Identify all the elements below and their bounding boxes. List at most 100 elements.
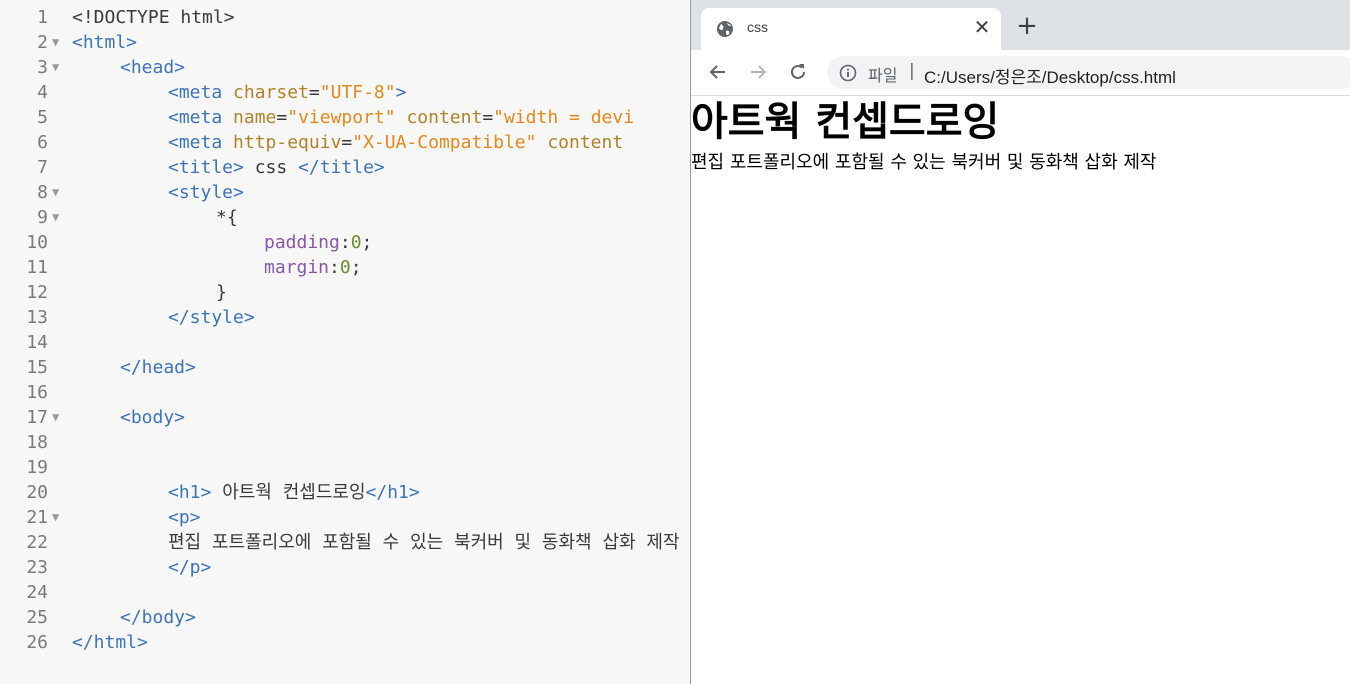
- code-line[interactable]: 3 ▼ <head>: [0, 55, 690, 80]
- code-token: ;: [350, 257, 362, 278]
- code-line[interactable]: 11 margin:0;: [0, 255, 690, 280]
- code-token: 0: [350, 232, 362, 253]
- code-line[interactable]: 7 <title> css </title>: [0, 155, 690, 180]
- code-token: margin: [264, 257, 330, 278]
- code-line[interactable]: 10 padding:0;: [0, 230, 690, 255]
- line-number: 10: [26, 232, 48, 253]
- code-text: <head>: [72, 55, 185, 80]
- forward-arrow-icon[interactable]: [745, 59, 771, 85]
- code-token: <h1>: [168, 482, 212, 503]
- fold-arrow-icon[interactable]: ▼: [48, 505, 72, 530]
- code-line[interactable]: 21 ▼ <p>: [0, 505, 690, 530]
- address-bar[interactable]: 파일 | C:/Users/정은조/Desktop/css.html: [827, 56, 1350, 89]
- line-number: 24: [26, 582, 48, 603]
- code-token: <meta: [168, 107, 234, 128]
- new-tab-button[interactable]: +: [1015, 13, 1039, 39]
- code-text: margin:0;: [72, 255, 362, 280]
- code-token: name: [233, 107, 277, 128]
- code-line[interactable]: 22 편집 포트폴리오에 포함될 수 있는 북커버 및 동화책 삽화 제작: [0, 530, 690, 555]
- code-line[interactable]: 5 <meta name="viewport" content="width = …: [0, 105, 690, 130]
- code-line[interactable]: 15 </head>: [0, 355, 690, 380]
- code-text: <meta name="viewport" content="width = d…: [72, 105, 634, 130]
- code-text: <meta http-equiv="X-UA-Compatible" conte…: [72, 130, 634, 155]
- line-number: 18: [26, 432, 48, 453]
- line-number: 6: [37, 132, 48, 153]
- code-token: >: [395, 82, 407, 103]
- line-number: 14: [26, 332, 48, 353]
- code-line[interactable]: 16: [0, 380, 690, 405]
- code-token: </style>: [168, 307, 255, 328]
- code-line[interactable]: 25 </body>: [0, 605, 690, 630]
- code-token: 편집 포트폴리오에 포함될 수 있는 북커버 및 동화책 삽화 제작: [168, 532, 680, 553]
- code-token: <meta: [168, 82, 234, 103]
- code-line[interactable]: 2 ▼ <html>: [0, 30, 690, 55]
- code-token: }: [216, 282, 227, 303]
- code-token: =: [341, 132, 353, 153]
- fold-arrow-icon[interactable]: ▼: [48, 180, 72, 205]
- code-token: </body>: [120, 607, 196, 628]
- browser-tab[interactable]: css ✕: [701, 8, 1001, 50]
- tab-close-button[interactable]: ✕: [971, 16, 993, 38]
- code-token: <html>: [72, 32, 138, 53]
- fold-arrow-icon[interactable]: ▼: [48, 205, 72, 230]
- code-text: </style>: [72, 305, 255, 330]
- fold-arrow-icon[interactable]: ▼: [48, 405, 72, 430]
- url-text[interactable]: C:/Users/정은조/Desktop/css.html: [924, 63, 1176, 88]
- page-viewport: 아트웍 컨셉드로잉 편집 포트폴리오에 포함될 수 있는 북커버 및 동화책 삽…: [691, 96, 1350, 684]
- code-token: =: [308, 82, 320, 103]
- code-line[interactable]: 4 <meta charset="UTF-8">: [0, 80, 690, 105]
- fold-arrow-icon[interactable]: ▼: [48, 55, 72, 80]
- code-line[interactable]: 8 ▼ <style>: [0, 180, 690, 205]
- code-line[interactable]: 20 <h1> 아트웍 컨셉드로잉</h1>: [0, 480, 690, 505]
- code-text: <title> css </title>: [72, 155, 385, 180]
- code-line[interactable]: 17 ▼ <body>: [0, 405, 690, 430]
- code-line[interactable]: 18: [0, 430, 690, 455]
- scheme-separator: |: [909, 61, 915, 81]
- line-number: 4: [37, 82, 48, 103]
- line-number: 3: [37, 57, 48, 78]
- page-paragraph: 편집 포트폴리오에 포함될 수 있는 북커버 및 동화책 삽화 제작: [691, 152, 1157, 173]
- code-text: <p>: [72, 505, 201, 530]
- back-arrow-icon[interactable]: [705, 59, 731, 85]
- code-line[interactable]: 1 <!DOCTYPE html>: [0, 5, 690, 30]
- code-editor[interactable]: 1 <!DOCTYPE html> 2 ▼ <html> 3 ▼ <head> 4 <meta c…: [0, 0, 690, 684]
- code-text: *{: [72, 205, 238, 230]
- line-number: 13: [26, 307, 48, 328]
- code-line[interactable]: 19: [0, 455, 690, 480]
- code-token: </html>: [72, 632, 148, 653]
- code-line[interactable]: 9 ▼ *{: [0, 205, 690, 230]
- code-token: padding: [264, 232, 340, 253]
- code-line[interactable]: 23 </p>: [0, 555, 690, 580]
- line-number: 20: [26, 482, 48, 503]
- code-token: <title>: [168, 157, 244, 178]
- code-token: "width = devi: [493, 107, 635, 128]
- code-line[interactable]: 6 <meta http-equiv="X-UA-Compatible" cont…: [0, 130, 690, 155]
- code-text: <meta charset="UTF-8">: [72, 80, 406, 105]
- line-number: 22: [26, 532, 48, 553]
- code-line[interactable]: 26 </html>: [0, 630, 690, 655]
- line-number: 19: [26, 457, 48, 478]
- code-line[interactable]: 12}: [0, 280, 690, 305]
- reload-icon[interactable]: [785, 59, 811, 85]
- info-icon[interactable]: [839, 64, 857, 82]
- code-text: <style>: [72, 180, 244, 205]
- code-token: <meta: [168, 132, 234, 153]
- code-token: <head>: [120, 57, 186, 78]
- fold-arrow-icon[interactable]: ▼: [48, 30, 72, 55]
- code-token: http-equiv: [233, 132, 342, 153]
- line-number: 26: [26, 632, 48, 653]
- code-line[interactable]: 14: [0, 330, 690, 355]
- code-token: :: [329, 257, 340, 278]
- code-text: </head>: [72, 355, 196, 380]
- code-line[interactable]: 13 </style>: [0, 305, 690, 330]
- code-token: 0: [339, 257, 351, 278]
- code-token: *{: [216, 207, 238, 228]
- code-text: </p>: [72, 555, 211, 580]
- code-token: <body>: [120, 407, 186, 428]
- line-number: 11: [26, 257, 48, 278]
- code-line[interactable]: 24: [0, 580, 690, 605]
- line-number: 15: [26, 357, 48, 378]
- code-token: </title>: [298, 157, 385, 178]
- line-number: 2: [37, 32, 48, 53]
- code-text: padding:0;: [72, 230, 372, 255]
